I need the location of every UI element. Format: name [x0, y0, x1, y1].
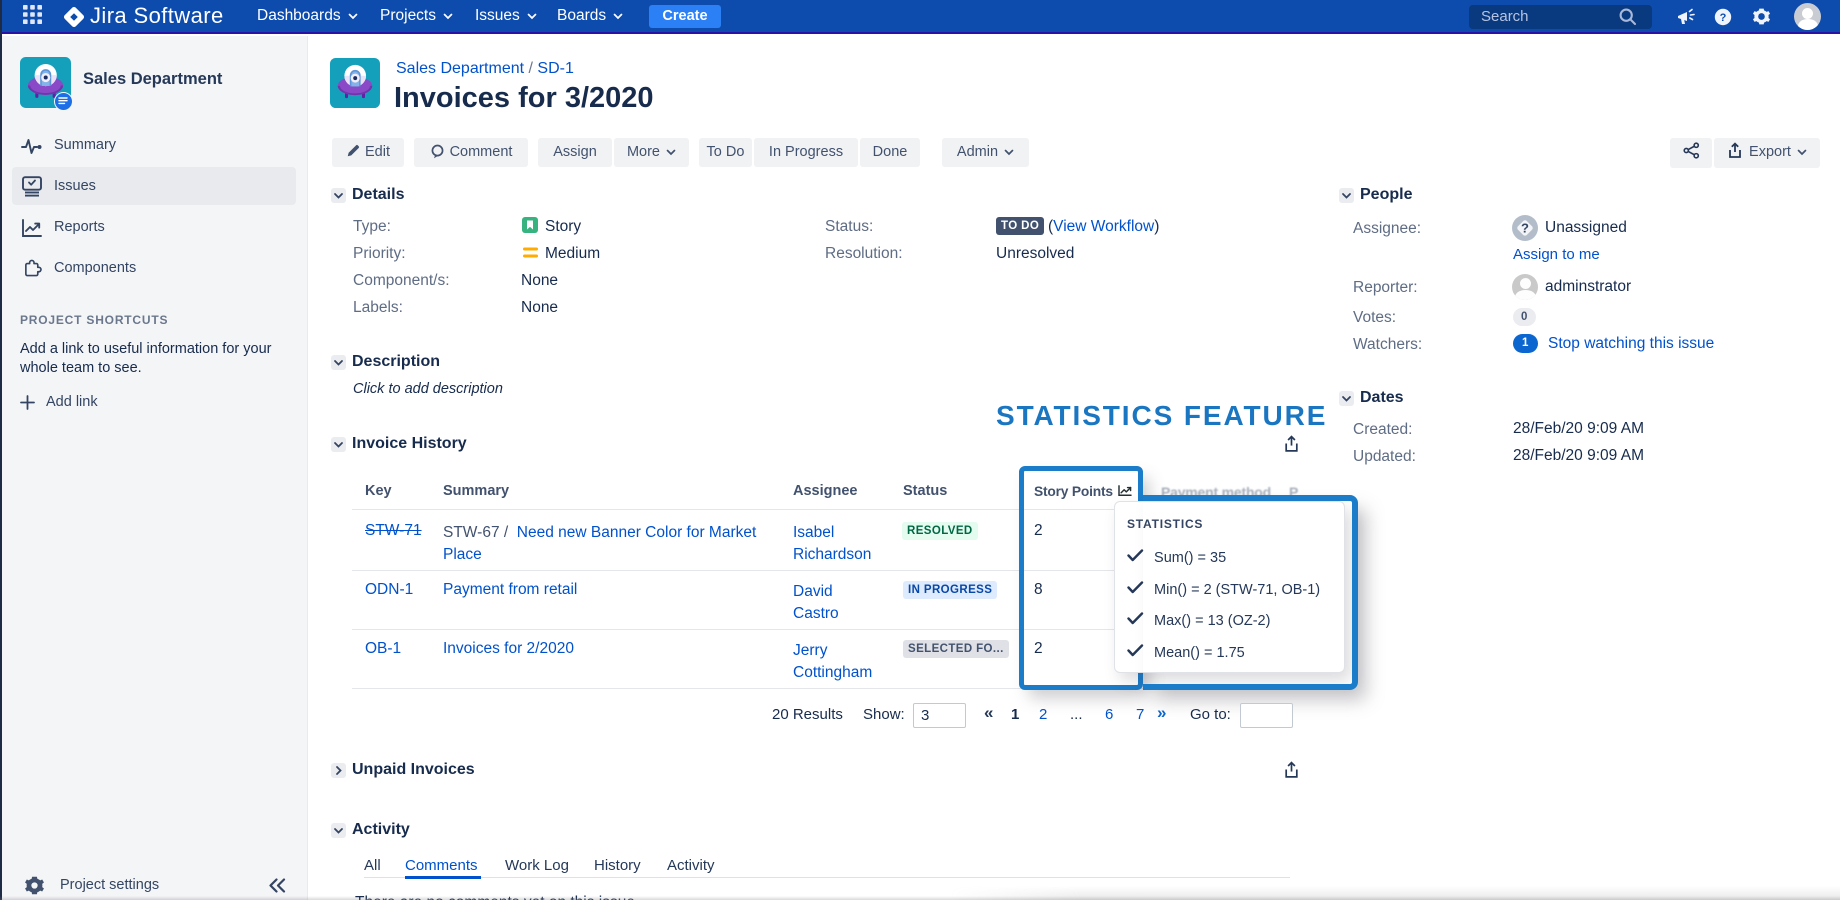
svg-text:?: ? [1521, 221, 1529, 236]
svg-text:?: ? [1720, 12, 1727, 24]
